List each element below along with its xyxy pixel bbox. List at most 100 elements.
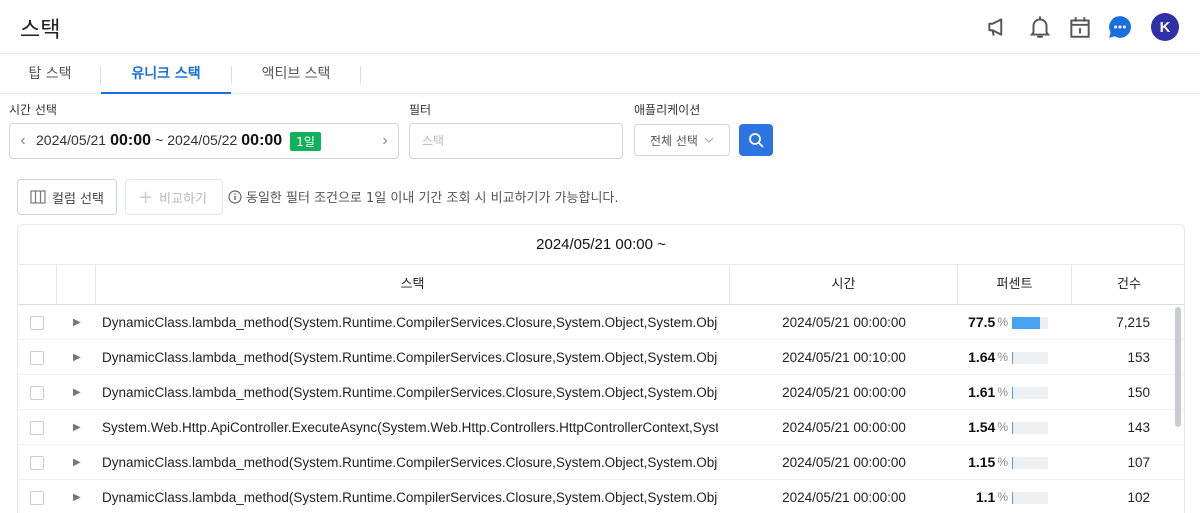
percent-cell: 1.54% <box>958 410 1072 445</box>
filter-label: 필터 <box>409 103 432 117</box>
column-select-button[interactable]: 컬럼 선택 <box>17 179 117 215</box>
columns-icon <box>30 190 46 204</box>
time-cell: 2024/05/21 00:00:00 <box>782 490 906 505</box>
column-select-label: 컬럼 선택 <box>52 191 104 207</box>
date-range-picker[interactable]: ‹ 2024/05/21 00:00 ~ 2024/05/22 00:00 1일… <box>9 123 399 159</box>
row-checkbox[interactable] <box>30 456 44 470</box>
percent-unit: % <box>997 350 1008 364</box>
row-checkbox[interactable] <box>30 491 44 505</box>
chevron-left-icon[interactable]: ‹ <box>10 132 36 150</box>
percent-value: 77.5 <box>968 314 996 330</box>
percent-cell: 1.64% <box>958 340 1072 375</box>
percent-bar <box>1012 456 1048 469</box>
table-row[interactable]: ▶ DynamicClass.lambda_method(System.Runti… <box>18 480 1184 513</box>
info-icon <box>228 189 242 204</box>
expand-arrow-icon[interactable]: ▶ <box>73 305 85 340</box>
count-cell: 150 <box>1127 385 1150 400</box>
percent-unit: % <box>997 385 1008 399</box>
chat-icon[interactable] <box>1105 12 1135 42</box>
table-title: 2024/05/21 00:00 ~ <box>18 225 1184 265</box>
percent-unit: % <box>997 315 1008 329</box>
time-cell: 2024/05/21 00:10:00 <box>782 350 906 365</box>
percent-unit: % <box>997 420 1008 434</box>
start-date: 2024/05/21 <box>36 132 107 148</box>
expand-column-header <box>57 265 96 305</box>
avatar[interactable]: K <box>1151 13 1179 41</box>
percent-bar <box>1012 386 1048 399</box>
expand-arrow-icon[interactable]: ▶ <box>73 410 85 445</box>
stack-filter-input[interactable] <box>409 123 623 159</box>
chevron-down-icon <box>704 137 714 143</box>
top-header: 스택 K <box>0 0 1200 54</box>
percent-bar-fill <box>1012 316 1040 329</box>
application-select-value: 전체 선택 <box>650 133 698 148</box>
stack-column-header[interactable]: 스택 <box>96 265 730 305</box>
stack-cell: DynamicClass.lambda_method(System.Runtim… <box>102 350 718 365</box>
expand-arrow-icon[interactable]: ▶ <box>73 340 85 375</box>
percent-cell: 1.1% <box>958 480 1072 513</box>
expand-arrow-icon[interactable]: ▶ <box>73 375 85 410</box>
percent-cell: 1.15% <box>958 445 1072 480</box>
search-icon <box>749 133 764 148</box>
date-range-text: 2024/05/21 00:00 ~ 2024/05/22 00:00 <box>36 132 282 150</box>
application-label: 애플리케이션 <box>634 103 701 117</box>
range-badge: 1일 <box>290 131 321 151</box>
search-button[interactable] <box>739 124 773 156</box>
expand-arrow-icon[interactable]: ▶ <box>73 480 85 513</box>
time-cell: 2024/05/21 00:00:00 <box>782 315 906 330</box>
tab-divider <box>360 66 361 84</box>
end-date: 2024/05/22 <box>167 132 238 148</box>
table-row[interactable]: ▶ DynamicClass.lambda_method(System.Runti… <box>18 375 1184 410</box>
stack-tabs: 탑 스택 유니크 스택 액티브 스택 <box>0 54 1200 94</box>
count-cell: 153 <box>1127 350 1150 365</box>
percent-bar <box>1012 491 1048 504</box>
tab-top-stack[interactable]: 탑 스택 <box>0 54 100 94</box>
compare-info-text: 동일한 필터 조건으로 1일 이내 기간 조회 시 비교하기가 가능합니다. <box>246 191 619 206</box>
percent-value: 1.54 <box>968 419 996 435</box>
megaphone-icon[interactable] <box>983 12 1013 42</box>
scrollbar[interactable] <box>1175 307 1181 427</box>
percent-unit: % <box>997 455 1008 469</box>
row-checkbox[interactable] <box>30 351 44 365</box>
stack-cell: DynamicClass.lambda_method(System.Runtim… <box>102 455 718 470</box>
time-cell: 2024/05/21 00:00:00 <box>782 420 906 435</box>
percent-cell: 1.61% <box>958 375 1072 410</box>
compare-info: 동일한 필터 조건으로 1일 이내 기간 조회 시 비교하기가 가능합니다. <box>228 187 619 206</box>
percent-value: 1.15 <box>968 454 996 470</box>
percent-value: 1.64 <box>968 349 996 365</box>
bell-icon[interactable] <box>1025 12 1055 42</box>
stack-cell: DynamicClass.lambda_method(System.Runtim… <box>102 385 718 400</box>
table-row[interactable]: ▶ System.Web.Http.ApiController.ExecuteAs… <box>18 410 1184 445</box>
select-column-header <box>18 265 57 305</box>
plus-icon: + <box>138 186 154 208</box>
stack-cell: DynamicClass.lambda_method(System.Runtim… <box>102 315 718 330</box>
time-cell: 2024/05/21 00:00:00 <box>782 385 906 400</box>
row-checkbox[interactable] <box>30 421 44 435</box>
percent-column-header[interactable]: 퍼센트 <box>958 265 1072 305</box>
expand-arrow-icon[interactable]: ▶ <box>73 445 85 480</box>
chevron-right-icon[interactable]: › <box>372 132 398 150</box>
tab-unique-stack[interactable]: 유니크 스택 <box>101 54 231 94</box>
stack-cell: System.Web.Http.ApiController.ExecuteAsy… <box>102 420 718 435</box>
table-row[interactable]: ▶ DynamicClass.lambda_method(System.Runti… <box>18 340 1184 375</box>
percent-bar-fill <box>1012 351 1013 364</box>
tab-active-stack[interactable]: 액티브 스택 <box>232 54 360 94</box>
count-cell: 107 <box>1127 455 1150 470</box>
count-cell: 143 <box>1127 420 1150 435</box>
range-separator: ~ <box>155 132 164 148</box>
application-select[interactable]: 전체 선택 <box>634 124 730 156</box>
row-checkbox[interactable] <box>30 316 44 330</box>
compare-button[interactable]: + 비교하기 <box>125 179 223 215</box>
table-body: ▶ DynamicClass.lambda_method(System.Runti… <box>18 305 1184 513</box>
row-checkbox[interactable] <box>30 386 44 400</box>
calendar-icon[interactable] <box>1065 12 1095 42</box>
percent-value: 1.61 <box>968 384 996 400</box>
table-row[interactable]: ▶ DynamicClass.lambda_method(System.Runti… <box>18 445 1184 480</box>
time-column-header[interactable]: 시간 <box>730 265 958 305</box>
count-column-header[interactable]: 건수 <box>1072 265 1184 305</box>
percent-bar-fill <box>1012 421 1013 434</box>
compare-label: 비교하기 <box>159 191 207 207</box>
table-row[interactable]: ▶ DynamicClass.lambda_method(System.Runti… <box>18 305 1184 340</box>
page-title: 스택 <box>20 18 61 43</box>
percent-value: 1.1 <box>975 489 996 505</box>
